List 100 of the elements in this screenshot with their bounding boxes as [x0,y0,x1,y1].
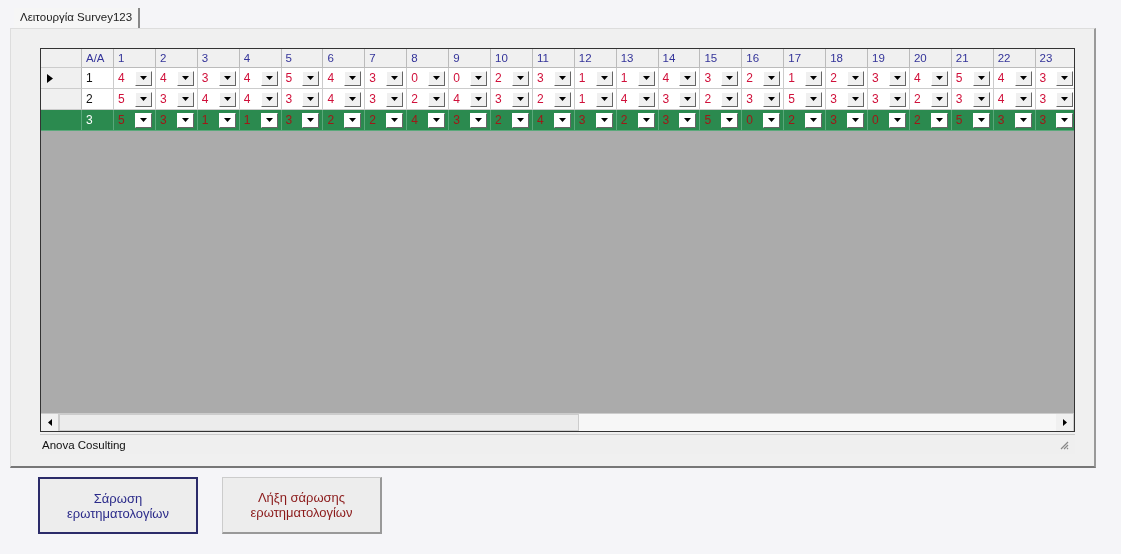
dropdown-field[interactable]: 5 [114,89,156,110]
dropdown-button[interactable] [763,91,781,107]
dropdown-button[interactable] [511,112,529,128]
dropdown-button[interactable] [386,91,404,107]
dropdown-button[interactable] [134,91,152,107]
dropdown-button[interactable] [344,70,362,86]
dropdown-button[interactable] [972,70,990,86]
dropdown-field[interactable]: 3 [155,89,198,110]
dropdown-field[interactable]: 3 [365,89,408,110]
dropdown-field[interactable]: 5 [281,68,324,89]
dropdown-field[interactable]: 2 [407,89,450,110]
dropdown-button[interactable] [1014,91,1032,107]
dropdown-field[interactable]: 5 [784,89,827,110]
action-button[interactable]: Σάρωση ερωτηματολογίων [38,477,198,534]
dropdown-button[interactable] [260,91,278,107]
dropdown-field[interactable]: 4 [114,68,156,89]
dropdown-button[interactable] [930,70,948,86]
dropdown-field[interactable]: 4 [323,89,366,110]
dropdown-field[interactable]: 3 [532,68,575,89]
dropdown-button[interactable] [302,91,320,107]
dropdown-button[interactable] [428,91,446,107]
dropdown-field[interactable]: 4 [993,68,1036,89]
dropdown-button[interactable] [1056,91,1074,107]
dropdown-field[interactable]: 3 [1035,89,1074,110]
dropdown-button[interactable] [595,112,613,128]
dropdown-button[interactable] [470,70,487,86]
dropdown-field[interactable]: 1 [616,68,659,89]
dropdown-field[interactable]: 5 [951,68,994,89]
dropdown-button[interactable] [218,112,236,128]
dropdown-button[interactable] [805,112,823,128]
dropdown-field[interactable]: 2 [491,68,533,89]
dropdown-button[interactable] [176,70,194,86]
dropdown-button[interactable] [134,70,152,86]
dropdown-button[interactable] [805,91,823,107]
dropdown-button[interactable] [344,112,362,128]
dropdown-button[interactable] [972,112,990,128]
dropdown-button[interactable] [888,91,906,107]
dropdown-button[interactable] [595,70,613,86]
dropdown-button[interactable] [176,91,194,107]
dropdown-button[interactable] [218,91,236,107]
dropdown-button[interactable] [637,112,655,128]
dropdown-field[interactable]: 2 [742,68,785,89]
dropdown-button[interactable] [721,70,739,86]
dropdown-field[interactable]: 4 [658,68,701,89]
dropdown-button[interactable] [302,112,320,128]
dropdown-button[interactable] [511,70,529,86]
dropdown-button[interactable] [428,70,446,86]
resize-grip-icon[interactable] [1059,439,1069,450]
dropdown-field[interactable]: 4 [239,68,282,89]
dropdown-button[interactable] [805,70,823,86]
horizontal-scrollbar[interactable] [41,413,1074,431]
dropdown-button[interactable] [847,70,865,86]
dropdown-button[interactable] [637,91,655,107]
dropdown-button[interactable] [763,70,781,86]
dropdown-field[interactable]: 1 [574,89,617,110]
dropdown-button[interactable] [1056,70,1074,86]
dropdown-button[interactable] [553,91,571,107]
dropdown-button[interactable] [888,112,906,128]
dropdown-field[interactable]: 1 [574,68,617,89]
dropdown-field[interactable]: 3 [742,89,785,110]
dropdown-field[interactable]: 4 [239,89,282,110]
dropdown-field[interactable]: 2 [700,89,743,110]
dropdown-button[interactable] [763,112,781,128]
dropdown-field[interactable]: 3 [868,89,910,110]
dropdown-button[interactable] [134,112,152,128]
dropdown-field[interactable]: 4 [323,68,366,89]
dropdown-button[interactable] [553,112,571,128]
dropdown-field[interactable]: 3 [365,68,408,89]
row-header[interactable] [41,68,82,89]
dropdown-button[interactable] [679,91,697,107]
dropdown-button[interactable] [470,91,487,107]
dropdown-field[interactable]: 4 [616,89,659,110]
dropdown-button[interactable] [470,112,487,128]
dropdown-button[interactable] [218,70,236,86]
dropdown-button[interactable] [428,112,446,128]
dropdown-button[interactable] [302,70,320,86]
dropdown-field[interactable]: 4 [909,68,952,89]
dropdown-field[interactable]: 3 [1035,68,1074,89]
dropdown-button[interactable] [930,91,948,107]
dropdown-button[interactable] [1056,112,1074,128]
dropdown-button[interactable] [260,70,278,86]
dropdown-field[interactable]: 2 [909,89,952,110]
dropdown-button[interactable] [511,91,529,107]
dropdown-button[interactable] [344,91,362,107]
dropdown-button[interactable] [972,91,990,107]
dropdown-button[interactable] [260,112,278,128]
dropdown-button[interactable] [721,112,739,128]
dropdown-button[interactable] [888,70,906,86]
dropdown-field[interactable]: 0 [407,68,450,89]
action-button[interactable]: Λήξη σάρωσης ερωτηματολογίων [222,477,382,534]
dropdown-field[interactable]: 1 [784,68,827,89]
dropdown-field[interactable]: 0 [449,68,491,89]
dropdown-field[interactable]: 3 [197,68,240,89]
dropdown-button[interactable] [595,91,613,107]
dropdown-button[interactable] [1014,70,1032,86]
dropdown-button[interactable] [679,112,697,128]
dropdown-button[interactable] [553,70,571,86]
dropdown-button[interactable] [1014,112,1032,128]
dropdown-button[interactable] [847,112,865,128]
dropdown-button[interactable] [930,112,948,128]
